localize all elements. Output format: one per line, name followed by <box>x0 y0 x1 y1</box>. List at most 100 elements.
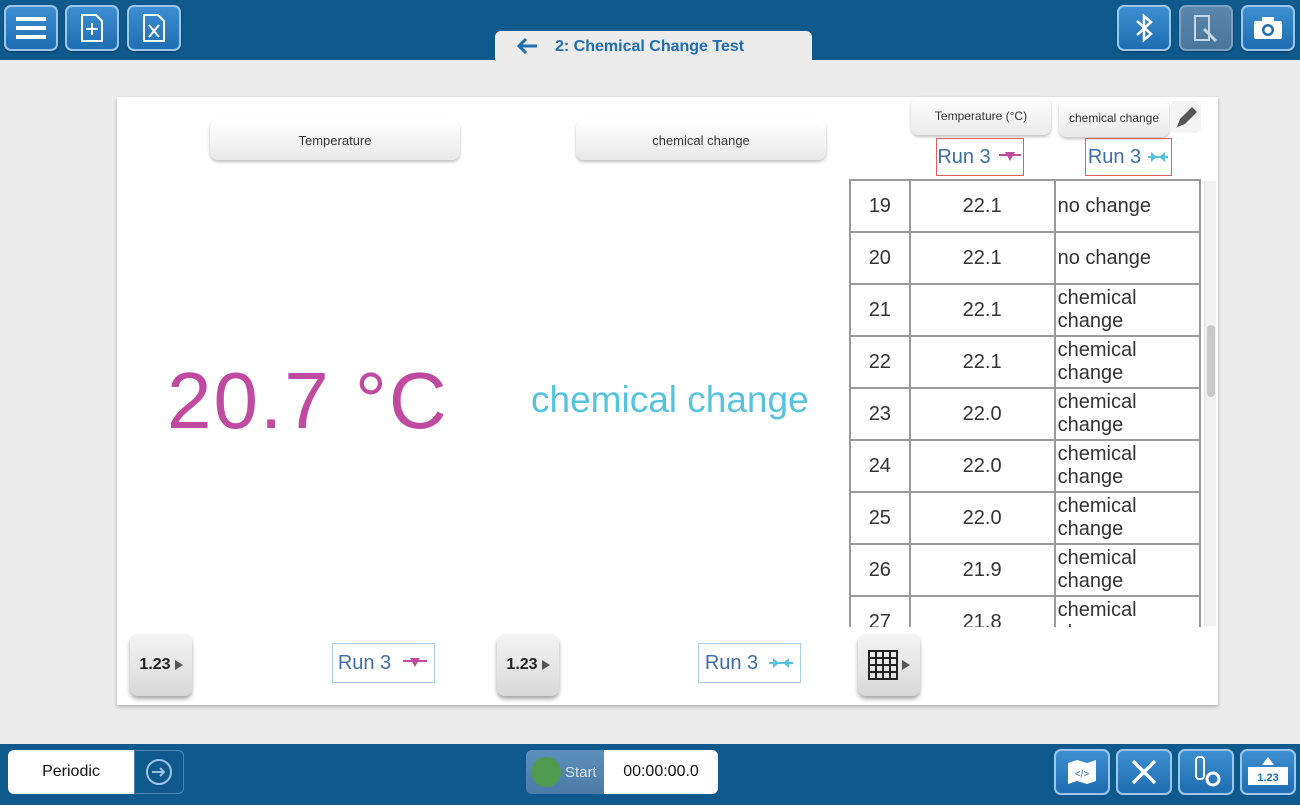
chemical-change-cell[interactable]: chemical change <box>1053 543 1201 597</box>
triangle-right-icon <box>174 660 183 670</box>
temperature-cell[interactable]: 22.0 <box>908 439 1056 493</box>
tools-button[interactable] <box>1116 749 1172 795</box>
chemical-change-cell[interactable]: chemical change <box>1053 283 1201 337</box>
collection-mode-button[interactable] <box>134 750 184 794</box>
run-label: Run 3 <box>704 651 759 674</box>
row-index-cell[interactable]: 26 <box>849 543 911 597</box>
run-label: Run 3 <box>937 145 991 168</box>
main-panel: Temperature chemical change 20.7 °C chem… <box>117 97 1218 705</box>
bluetooth-icon <box>1136 13 1153 43</box>
top-toolbar: 2: Chemical Change Test <box>0 0 1300 61</box>
triangle-right-icon <box>902 660 910 670</box>
new-file-icon <box>81 14 103 42</box>
tools-icon <box>1131 759 1157 785</box>
table-row[interactable]: 2721.8chemical change <box>849 595 1201 627</box>
start-label: Start <box>565 763 597 781</box>
temperature-cell[interactable]: 21.8 <box>908 595 1056 627</box>
annotate-button[interactable] <box>1179 5 1233 51</box>
meter-options-button-2[interactable]: 1.23 <box>497 634 559 696</box>
table-row[interactable]: 24 22.0 chemical change <box>849 439 1201 493</box>
start-button[interactable]: Start <box>526 750 604 794</box>
data-table: 19 22.1 no change 20 22.1 no change 21 22.1 chem… <box>849 179 1201 627</box>
row-index-cell[interactable]: 21 <box>849 283 911 337</box>
run-marker-pink-icon <box>403 658 428 667</box>
table-scrollbar[interactable] <box>1204 181 1216 626</box>
elapsed-time-display: 00:00:00.0 <box>604 750 718 794</box>
timer-settings-icon <box>146 759 172 785</box>
table-row[interactable]: 23 22.0 chemical change <box>849 387 1201 441</box>
table-row[interactable]: 26 21.9 chemical change <box>849 543 1201 597</box>
chemical-change-cell[interactable]: no change <box>1053 179 1201 233</box>
row-index-cell[interactable]: 23 <box>849 387 911 441</box>
row-index-cell[interactable]: 27 <box>849 595 911 627</box>
chemical-change-cell[interactable]: chemical change <box>1053 595 1201 627</box>
temperature-cell[interactable]: 22.1 <box>908 283 1056 337</box>
table-run-chemical-change[interactable]: Run 3 <box>1085 138 1172 176</box>
row-index-cell[interactable]: 25 <box>849 491 911 545</box>
table-row[interactable]: 20 22.1 no change <box>849 231 1201 285</box>
scroll-thumb[interactable] <box>1207 325 1215 397</box>
temperature-sensor-selector[interactable]: Temperature <box>210 120 460 160</box>
meter-view-button[interactable]: 1.23 <box>1240 749 1296 795</box>
menu-icon <box>16 17 46 39</box>
table-row[interactable]: 25 22.0 chemical change <box>849 491 1201 545</box>
run-label: Run 3 <box>1087 145 1142 168</box>
svg-text:</>: </> <box>1075 769 1090 780</box>
code-view-button[interactable]: </> <box>1054 749 1110 795</box>
temperature-cell[interactable]: 22.1 <box>908 335 1056 389</box>
row-index-cell[interactable]: 24 <box>849 439 911 493</box>
temperature-cell[interactable]: 22.0 <box>908 491 1056 545</box>
meter-options-button-1[interactable]: 1.23 <box>130 634 192 696</box>
chemical-change-selector[interactable]: chemical change <box>576 120 826 160</box>
sensor-settings-button[interactable] <box>1178 749 1234 795</box>
camera-button[interactable] <box>1241 5 1295 51</box>
table-header-temperature[interactable]: Temperature (°C) <box>911 97 1051 135</box>
table-row[interactable]: 21 22.1 chemical change <box>849 283 1201 337</box>
chemical-change-cell[interactable]: chemical change <box>1053 439 1201 493</box>
row-index-cell[interactable]: 22 <box>849 335 911 389</box>
experiment-tab[interactable]: 2: Chemical Change Test <box>495 31 812 61</box>
menu-button[interactable] <box>4 5 58 51</box>
table-options-button[interactable] <box>858 634 920 696</box>
meter-options-label: 1.23 <box>506 656 538 673</box>
triangle-right-icon <box>541 660 550 670</box>
temperature-cell[interactable]: 22.1 <box>908 231 1056 285</box>
start-indicator-icon <box>531 757 561 787</box>
table-header-chemical-change[interactable]: chemical change <box>1059 99 1169 137</box>
annotate-icon <box>1194 15 1218 43</box>
run-marker-cyan-icon <box>769 658 794 668</box>
row-index-cell[interactable]: 20 <box>849 231 911 285</box>
temperature-meter-value: 20.7 °C <box>167 356 449 445</box>
excel-export-button[interactable] <box>127 5 181 51</box>
temperature-cell[interactable]: 21.9 <box>908 543 1056 597</box>
meter2-run-select[interactable]: Run 3 <box>698 643 801 683</box>
meter-options-label: 1.23 <box>139 656 171 673</box>
chemical-change-cell[interactable]: chemical change <box>1053 491 1201 545</box>
chemical-change-cell[interactable]: chemical change <box>1053 387 1201 441</box>
chemical-change-cell[interactable]: chemical change <box>1053 335 1201 389</box>
bottom-toolbar: Periodic Start 00:00:00.0 </> 1.23 <box>0 744 1300 805</box>
experiment-title: 2: Chemical Change Test <box>555 38 745 55</box>
run-marker-cyan-icon <box>1148 152 1169 162</box>
meter-view-icon: 1.23 <box>1248 757 1288 785</box>
back-arrow-icon[interactable] <box>515 36 539 56</box>
chemical-change-cell[interactable]: no change <box>1053 231 1201 285</box>
meter-view-label: 1.23 <box>1257 772 1278 784</box>
table-row[interactable]: 19 22.1 no change <box>849 179 1201 233</box>
code-map-icon: </> <box>1068 760 1096 784</box>
table-run-temperature[interactable]: Run 3 <box>936 138 1024 176</box>
sensor-settings-icon <box>1195 756 1221 787</box>
temperature-cell[interactable]: 22.1 <box>908 179 1056 233</box>
bluetooth-button[interactable] <box>1117 5 1171 51</box>
meter1-run-select[interactable]: Run 3 <box>332 643 435 683</box>
temperature-cell[interactable]: 22.0 <box>908 387 1056 441</box>
edit-pencil-icon[interactable] <box>1171 101 1201 133</box>
new-file-button[interactable] <box>65 5 119 51</box>
row-index-cell[interactable]: 19 <box>849 179 911 233</box>
camera-icon <box>1254 17 1282 39</box>
collection-mode-field[interactable]: Periodic <box>8 750 134 794</box>
excel-export-icon <box>143 14 165 42</box>
run-label: Run 3 <box>337 651 392 674</box>
table-row[interactable]: 22 22.1 chemical change <box>849 335 1201 389</box>
run-marker-pink-icon <box>998 152 1021 161</box>
